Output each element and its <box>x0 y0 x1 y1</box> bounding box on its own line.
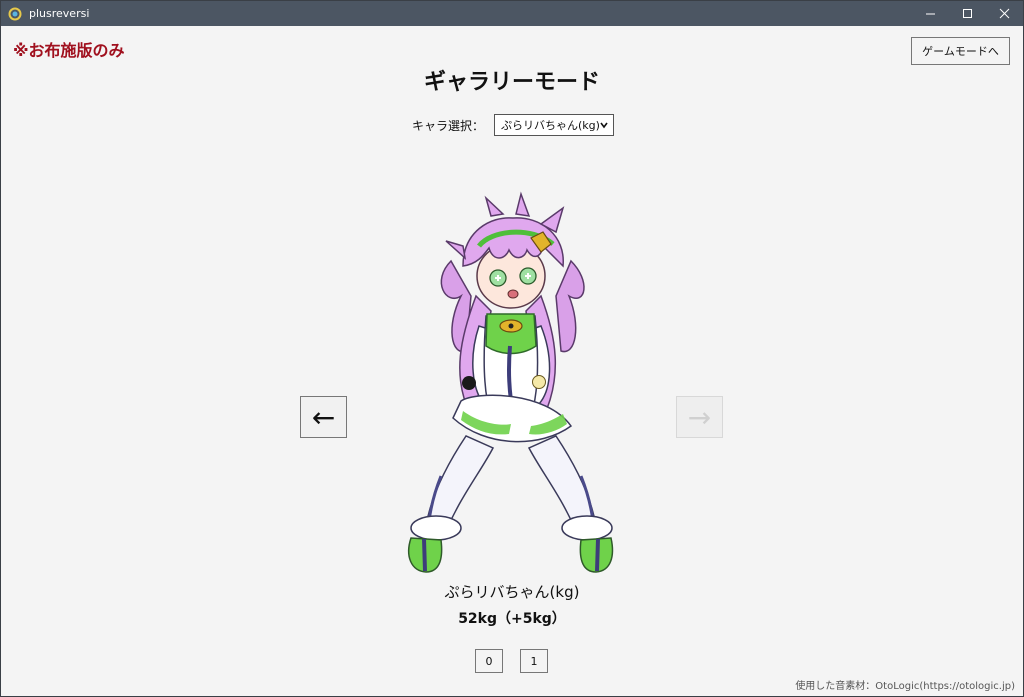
image-button-0[interactable]: 0 <box>475 649 503 673</box>
donation-note: ※お布施版のみ <box>13 41 125 60</box>
character-weight: 52kg（+5kg） <box>458 611 566 627</box>
character-select[interactable]: ぷらリバちゃん(kg) <box>494 114 615 136</box>
minimize-icon <box>926 13 935 15</box>
maximize-icon <box>963 9 972 18</box>
character-illustration <box>407 191 614 573</box>
image-button-1[interactable]: 1 <box>520 649 548 673</box>
window-controls <box>912 1 1023 26</box>
close-button[interactable] <box>986 1 1023 26</box>
game-mode-button[interactable]: ゲームモードへ <box>911 37 1010 65</box>
close-icon <box>999 8 1010 19</box>
app-icon <box>8 7 22 20</box>
gallery-content: ※お布施版のみ ゲームモードへ ギャラリーモード キャラ選択： ぷらリバちゃん(… <box>1 26 1023 696</box>
character-select-label: キャラ選択： <box>412 118 485 133</box>
title-bar: plusreversi <box>1 1 1023 26</box>
page-title: ギャラリーモード <box>423 70 600 95</box>
chevron-down-icon <box>600 122 608 129</box>
character-name: ぷらリバちゃん(kg) <box>444 583 580 601</box>
app-window: plusreversi ※お布施版のみ ゲームモードへ ギャラリーモード キャラ… <box>0 0 1024 697</box>
minimize-button[interactable] <box>912 1 949 26</box>
previous-button[interactable]: ← <box>300 396 347 438</box>
maximize-button[interactable] <box>949 1 986 26</box>
sound-credit: 使用した音素材：OtoLogic(https://otologic.jp) <box>795 681 1015 692</box>
next-button[interactable]: → <box>676 396 723 438</box>
window-title: plusreversi <box>29 7 90 20</box>
character-selector: キャラ選択： ぷらリバちゃん(kg) <box>412 114 615 136</box>
character-select-value: ぷらリバちゃん(kg) <box>501 119 600 132</box>
